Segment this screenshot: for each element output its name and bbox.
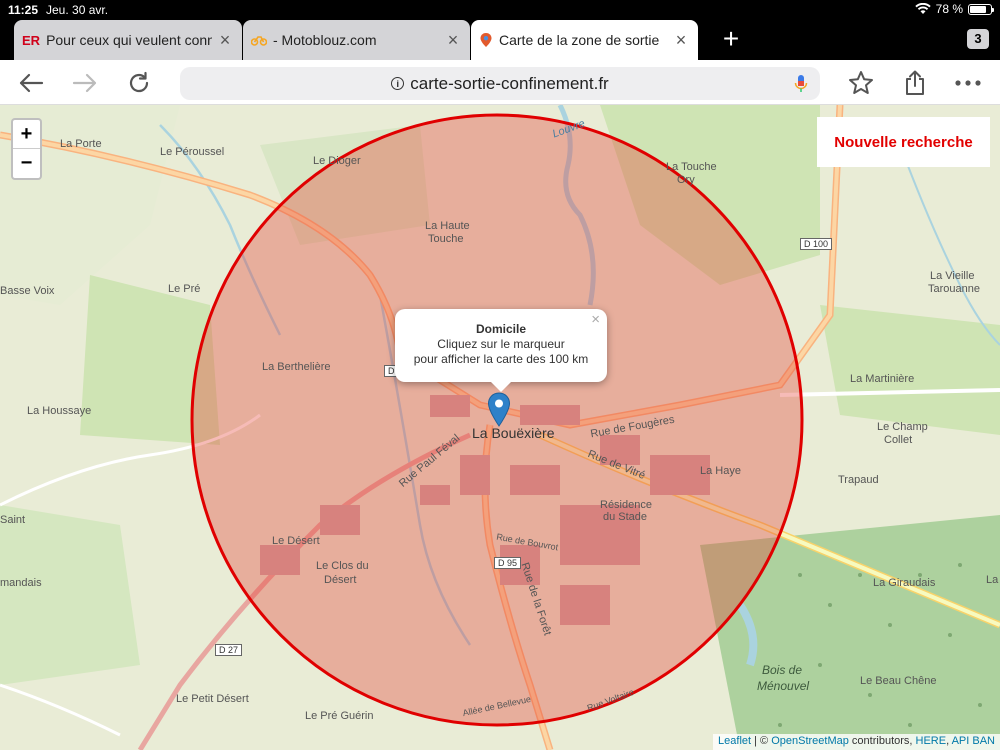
- map-label: La Touche: [666, 161, 717, 173]
- er-favicon-icon: ER: [22, 32, 41, 48]
- status-right: 78 %: [914, 2, 994, 16]
- close-tab-icon[interactable]: ×: [672, 30, 690, 51]
- share-button[interactable]: [900, 68, 930, 98]
- status-bar: 11:25 Jeu. 30 avr. 78 %: [0, 0, 1000, 20]
- map-label: Saint: [0, 514, 26, 526]
- tab-title: - Motoblouz.com: [273, 32, 377, 48]
- map-label: Le Champ: [877, 421, 928, 433]
- map-label: Résidence: [600, 499, 652, 511]
- tab-carte-zone[interactable]: Carte de la zone de sortie ×: [471, 20, 698, 60]
- map-label: Basse Voix: [0, 285, 55, 297]
- leaflet-link[interactable]: Leaflet: [718, 735, 751, 747]
- bookmark-button[interactable]: [846, 68, 876, 98]
- popup-title: Domicile: [475, 322, 526, 336]
- map-view[interactable]: La Porte Le Péroussel Le Dioger La Touch…: [0, 105, 1000, 750]
- close-tab-icon[interactable]: ×: [216, 30, 234, 51]
- map-label: La Haye: [700, 465, 741, 477]
- zoom-in-button[interactable]: +: [13, 120, 40, 149]
- tab-motoblouz[interactable]: - Motoblouz.com ×: [243, 20, 470, 60]
- battery-icon: [968, 3, 994, 15]
- tab-pour-ceux[interactable]: ER Pour ceux qui veulent conn ×: [14, 20, 242, 60]
- map-label: Le Pré: [168, 283, 201, 295]
- map-label: Le Dioger: [313, 155, 361, 167]
- more-dots-icon: [955, 80, 981, 86]
- forest-label: Ménouvel: [757, 679, 810, 693]
- popup-line: Cliquez sur le marqueur: [437, 337, 565, 351]
- map-label: La Rib: [986, 574, 1000, 586]
- tab-title: Carte de la zone de sortie: [499, 32, 660, 48]
- road-badge: D 100: [800, 238, 833, 250]
- map-label: Le Clos du: [316, 560, 369, 572]
- close-tab-icon[interactable]: ×: [444, 30, 462, 51]
- map-label: Le Désert: [272, 535, 320, 547]
- map-label: La Vieille: [930, 270, 975, 282]
- battery-fill: [970, 5, 986, 13]
- new-tab-button[interactable]: +: [716, 25, 746, 53]
- back-button[interactable]: [16, 68, 46, 98]
- map-label: Ory: [677, 174, 695, 186]
- map-label: La Martinière: [850, 373, 915, 385]
- map-label: Désert: [324, 574, 357, 586]
- more-button[interactable]: [953, 68, 983, 98]
- map-label: du Stade: [603, 511, 648, 523]
- api-ban-link[interactable]: API BAN: [952, 735, 995, 747]
- map-label: Touche: [428, 233, 464, 245]
- browser-toolbar: i carte-sortie-confinement.fr: [0, 60, 1000, 105]
- microphone-icon[interactable]: [794, 74, 808, 94]
- map-pin-icon: [480, 33, 492, 47]
- map-label: Le Petit Désert: [176, 693, 249, 705]
- popup-close-button[interactable]: ×: [591, 312, 600, 327]
- tab-count-button[interactable]: 3: [967, 29, 989, 49]
- status-date: Jeu. 30 avr.: [46, 3, 109, 17]
- map-label: Le Péroussel: [160, 146, 225, 158]
- url-text: carte-sortie-confinement.fr: [410, 73, 609, 93]
- map-label: Trapaud: [838, 474, 879, 486]
- osm-link[interactable]: OpenStreetMap: [771, 735, 849, 747]
- map-label: La Giraudais: [873, 577, 936, 589]
- motorbike-icon: [251, 36, 267, 46]
- map-label: Collet: [884, 434, 913, 446]
- zoom-control: + −: [11, 118, 42, 180]
- home-marker-icon[interactable]: [487, 392, 511, 428]
- back-arrow-icon: [19, 73, 44, 93]
- wifi-icon: [914, 3, 931, 14]
- forward-arrow-icon: [72, 73, 97, 93]
- address-bar[interactable]: i carte-sortie-confinement.fr: [180, 67, 820, 100]
- map-label: La Haute: [425, 220, 470, 232]
- map-attribution: Leaflet | © OpenStreetMap contributors, …: [713, 734, 1000, 750]
- tab-bar: ER Pour ceux qui veulent conn × - Motobl…: [0, 20, 1000, 60]
- map-label: Le Pré Guérin: [305, 710, 374, 722]
- marker-popup: × Domicile Cliquez sur le marqueur pour …: [395, 309, 607, 392]
- forward-button[interactable]: [70, 68, 100, 98]
- tab-title: Pour ceux qui veulent conn: [46, 32, 212, 48]
- zoom-out-button[interactable]: −: [13, 149, 40, 178]
- new-search-button[interactable]: Nouvelle recherche: [817, 117, 990, 167]
- map-label: La Houssaye: [27, 405, 92, 417]
- here-link[interactable]: HERE: [916, 735, 947, 747]
- town-label: La Bouëxière: [472, 425, 555, 441]
- info-icon[interactable]: i: [391, 77, 405, 90]
- attribution-text: | ©: [751, 735, 772, 747]
- reload-button[interactable]: [124, 68, 154, 98]
- forest-label: Bois de: [762, 663, 803, 677]
- map-label: La Porte: [60, 138, 102, 150]
- star-icon: [849, 71, 873, 94]
- road-badge: D 95: [494, 557, 522, 569]
- map-label: Tarouanne: [928, 283, 980, 295]
- reload-icon: [129, 71, 149, 93]
- map-label: mandais: [0, 577, 42, 589]
- share-icon: [906, 70, 924, 95]
- battery-percent: 78 %: [935, 2, 963, 16]
- status-time: 11:25: [8, 3, 39, 17]
- attribution-text: contributors,: [848, 735, 916, 747]
- road-badge: D 27: [215, 644, 243, 656]
- map-label: Le Beau Chêne: [860, 675, 937, 687]
- map-label: La Berthelière: [262, 361, 331, 373]
- popup-line: pour afficher la carte des 100 km: [413, 352, 589, 366]
